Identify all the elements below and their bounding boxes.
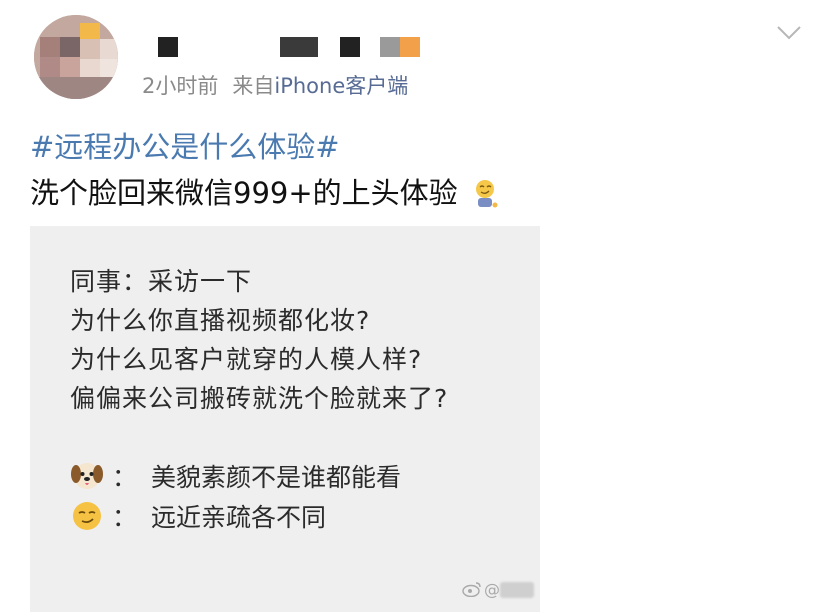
- weibo-logo-icon: [462, 581, 482, 598]
- post-text: 洗个脸回来微信999+的上头体验: [30, 170, 500, 212]
- image-watermark: @: [462, 580, 534, 599]
- reply-colon: ：: [112, 503, 138, 532]
- reply-colon: ：: [112, 463, 138, 492]
- reply-text: 美貌素颜不是谁都能看: [151, 463, 402, 492]
- dog-emoji-icon: [70, 459, 104, 493]
- image-reply: ： 美貌素颜不是谁都能看: [70, 459, 401, 493]
- source-prefix: 来自: [232, 74, 275, 98]
- image-line: 偏偏来公司搬砖就洗个脸就来了?: [70, 384, 449, 413]
- post-time: 2小时前: [142, 74, 219, 98]
- reply-text: 远近亲疏各不同: [151, 503, 327, 532]
- post-text-content: 洗个脸回来微信999+的上头体验: [30, 176, 458, 210]
- username-redacted[interactable]: [158, 37, 428, 59]
- image-reply: ： 远近亲疏各不同: [70, 499, 326, 533]
- image-line: 为什么你直播视频都化妆?: [70, 306, 371, 335]
- image-line: 为什么见客户就穿的人模人样?: [70, 345, 423, 374]
- avatar[interactable]: [34, 15, 118, 99]
- post-source[interactable]: iPhone客户端: [274, 74, 408, 98]
- post-image[interactable]: 同事：采访一下 为什么你直播视频都化妆? 为什么见客户就穿的人模人样? 偏偏来公…: [30, 226, 540, 612]
- smirk-emoji-icon: [70, 499, 104, 533]
- watermark-name-redacted: [500, 582, 534, 598]
- chevron-down-icon[interactable]: [776, 24, 802, 42]
- smirk-emoji-icon: [470, 177, 500, 209]
- watermark-text: @: [484, 580, 500, 599]
- hashtag-link[interactable]: #远程办公是什么体验#: [30, 124, 340, 166]
- post-meta: 2小时前 来自iPhone客户端: [142, 70, 408, 100]
- image-line: 同事：采访一下: [70, 267, 253, 296]
